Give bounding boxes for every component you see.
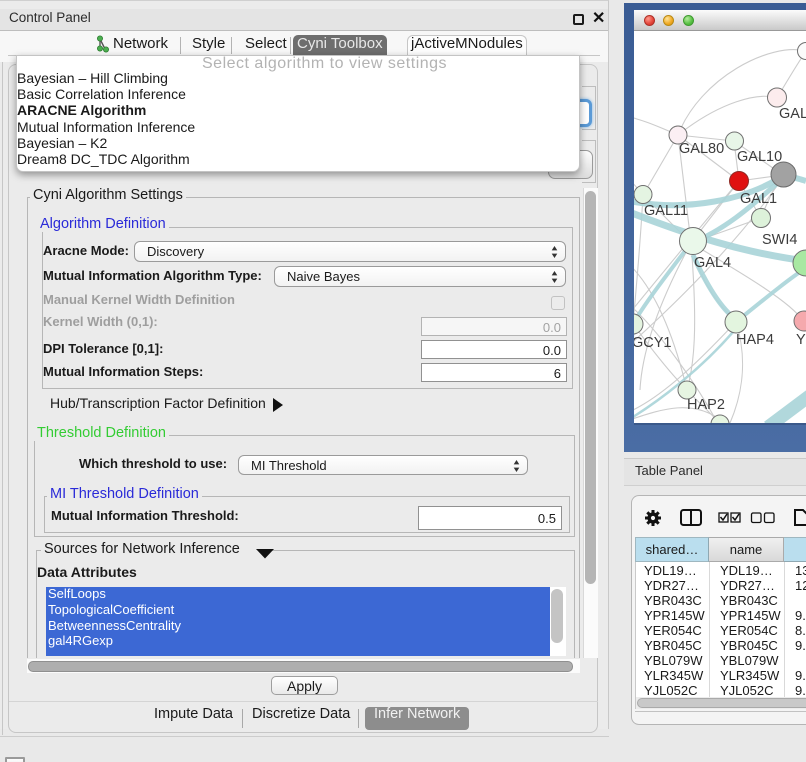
svg-text:GAL1: GAL1 bbox=[740, 191, 777, 207]
svg-text:GCY1: GCY1 bbox=[634, 335, 672, 351]
svg-text:YM: YM bbox=[796, 332, 806, 348]
svg-text:GAL80: GAL80 bbox=[679, 141, 724, 157]
svg-text:HAP4: HAP4 bbox=[736, 332, 774, 348]
svg-text:GAL11: GAL11 bbox=[644, 203, 688, 219]
svg-text:GAL7: GAL7 bbox=[779, 106, 806, 122]
svg-text:GAL10: GAL10 bbox=[737, 149, 782, 165]
svg-text:HAP2: HAP2 bbox=[687, 397, 725, 413]
svg-text:GAL4: GAL4 bbox=[694, 255, 731, 271]
svg-text:SWI4: SWI4 bbox=[762, 232, 797, 248]
